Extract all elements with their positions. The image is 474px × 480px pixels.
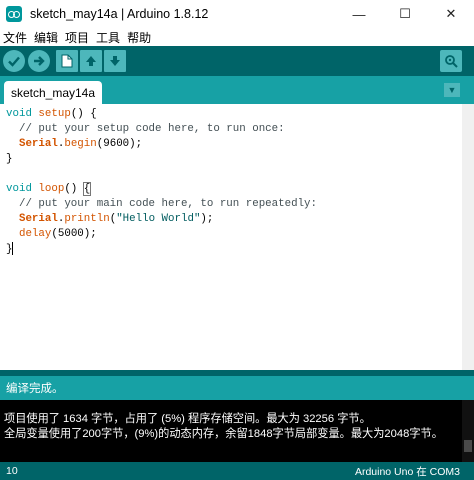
close-button[interactable]: ✕ bbox=[428, 0, 474, 28]
code-token: // put your setup code here, to run once… bbox=[6, 123, 285, 135]
console-line: 项目使用了 1634 字节，占用了 (5%) 程序存储空间。最大为 32256 … bbox=[4, 413, 371, 425]
console-output: 项目使用了 1634 字节，占用了 (5%) 程序存储空间。最大为 32256 … bbox=[0, 400, 462, 462]
code-token: Serial bbox=[18, 138, 58, 150]
serial-monitor-button[interactable] bbox=[440, 50, 462, 72]
save-button[interactable] bbox=[104, 50, 126, 72]
code-token: { bbox=[82, 182, 92, 196]
menu-edit[interactable]: 编辑 bbox=[34, 29, 58, 46]
console-scrollbar-thumb[interactable] bbox=[464, 440, 472, 452]
bottom-status-bar: 10 Arduino Uno 在 COM3 bbox=[0, 462, 474, 480]
chevron-down-icon: ▼ bbox=[447, 85, 457, 95]
verify-icon bbox=[8, 56, 20, 67]
code-token: void bbox=[6, 108, 32, 120]
new-button[interactable] bbox=[56, 50, 78, 72]
menu-sketch[interactable]: 项目 bbox=[65, 29, 89, 46]
code-token: () bbox=[64, 183, 84, 195]
tab-menu-button[interactable]: ▼ bbox=[444, 83, 460, 97]
code-token: println bbox=[64, 213, 110, 225]
window-controls: — ☐ ✕ bbox=[336, 0, 474, 28]
code-token: () { bbox=[70, 108, 97, 120]
maximize-button[interactable]: ☐ bbox=[382, 0, 428, 28]
code-token: ); bbox=[200, 213, 214, 225]
code-token: delay bbox=[18, 228, 52, 240]
code-token: } bbox=[6, 153, 13, 165]
text-cursor bbox=[12, 242, 14, 255]
board-port-label: Arduino Uno 在 COM3 bbox=[354, 465, 460, 478]
code-token: (5000); bbox=[51, 228, 97, 240]
code-token: (9600); bbox=[96, 138, 143, 150]
upload-icon bbox=[34, 56, 45, 66]
save-icon bbox=[110, 56, 120, 66]
serial-monitor-icon bbox=[445, 55, 458, 68]
status-message: 编译完成。 bbox=[0, 376, 474, 400]
code-token: loop bbox=[38, 183, 65, 195]
code-line: void loop() { bbox=[6, 182, 462, 197]
title-bar: sketch_may14a | Arduino 1.8.12 — ☐ ✕ bbox=[0, 0, 474, 28]
code-line: } bbox=[6, 152, 462, 167]
arduino-logo-icon bbox=[6, 6, 22, 22]
minimize-button[interactable]: — bbox=[336, 0, 382, 28]
code-line: Serial.println("Hello World"); bbox=[6, 212, 462, 227]
open-button[interactable] bbox=[80, 50, 102, 72]
tab-bar: sketch_may14a ▼ bbox=[0, 76, 474, 104]
code-editor[interactable]: void setup() { // put your setup code he… bbox=[0, 104, 462, 370]
menu-bar: 文件 编辑 项目 工具 帮助 bbox=[0, 28, 474, 46]
tab-sketch[interactable]: sketch_may14a bbox=[4, 81, 102, 104]
code-line: } bbox=[6, 242, 462, 257]
code-token: void bbox=[6, 183, 32, 195]
code-token: "Hello World" bbox=[116, 213, 201, 225]
code-line: // put your setup code here, to run once… bbox=[6, 122, 462, 137]
editor-scrollbar[interactable] bbox=[462, 104, 474, 370]
window-title: sketch_may14a | Arduino 1.8.12 bbox=[30, 7, 209, 21]
code-token: Serial bbox=[18, 213, 58, 225]
code-token: setup bbox=[38, 108, 71, 120]
menu-help[interactable]: 帮助 bbox=[127, 29, 151, 46]
menu-tools[interactable]: 工具 bbox=[96, 29, 120, 46]
console-line: 全局变量使用了200字节，(9%)的动态内存，余留1848字节局部变量。最大为2… bbox=[4, 428, 443, 440]
code-token: // put your main code here, to run repea… bbox=[6, 198, 318, 210]
console-scrollbar[interactable] bbox=[462, 400, 474, 462]
open-icon bbox=[86, 56, 96, 66]
code-line: delay(5000); bbox=[6, 227, 462, 242]
upload-button[interactable] bbox=[28, 50, 50, 72]
code-line: void setup() { bbox=[6, 107, 462, 122]
code-line: Serial.begin(9600); bbox=[6, 137, 462, 152]
menu-file[interactable]: 文件 bbox=[3, 29, 27, 46]
toolbar bbox=[0, 46, 474, 76]
code-token: begin bbox=[64, 138, 97, 150]
line-number: 10 bbox=[6, 465, 18, 477]
verify-button[interactable] bbox=[3, 50, 25, 72]
new-icon bbox=[61, 54, 73, 68]
code-line: // put your main code here, to run repea… bbox=[6, 197, 462, 212]
